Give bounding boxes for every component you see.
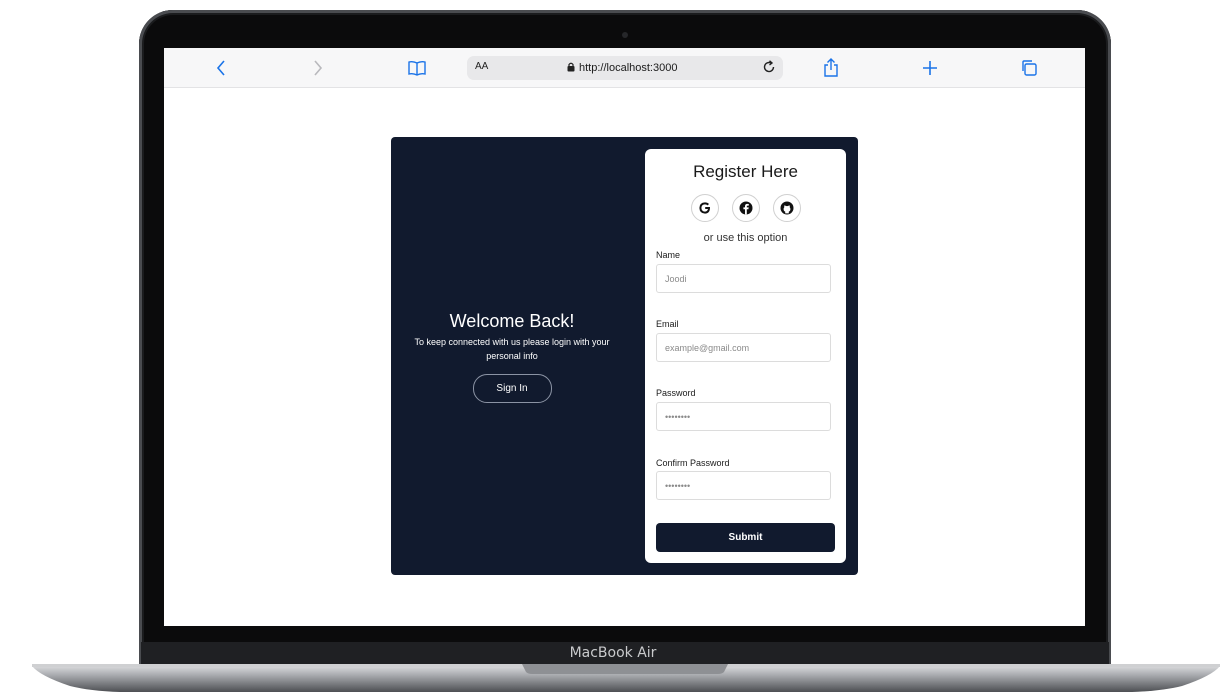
email-input[interactable] bbox=[656, 333, 831, 362]
sign-in-button[interactable]: Sign In bbox=[472, 374, 552, 403]
google-icon bbox=[699, 202, 711, 214]
facebook-icon bbox=[739, 201, 753, 215]
name-label: Name bbox=[656, 250, 681, 260]
tabs-icon[interactable] bbox=[1018, 57, 1040, 79]
welcome-message: To keep connected with us please login w… bbox=[414, 337, 610, 361]
welcome-title: Welcome Back! bbox=[449, 311, 575, 331]
password-input[interactable] bbox=[656, 402, 831, 431]
email-label: Email bbox=[656, 319, 679, 329]
model-label: MacBook Air bbox=[569, 645, 657, 661]
book-icon[interactable] bbox=[406, 57, 428, 79]
name-input[interactable] bbox=[656, 264, 831, 293]
confirm-password-input[interactable] bbox=[656, 471, 831, 500]
share-icon[interactable] bbox=[820, 57, 842, 79]
camera-icon bbox=[622, 32, 628, 38]
laptop-base bbox=[32, 664, 1220, 692]
facebook-login-button[interactable] bbox=[732, 194, 760, 222]
auth-card: Welcome Back! To keep connected with us … bbox=[391, 137, 858, 575]
lock-icon bbox=[567, 59, 575, 77]
google-login-button[interactable] bbox=[691, 194, 719, 222]
confirm-password-label: Confirm Password bbox=[656, 458, 730, 468]
github-login-button[interactable] bbox=[773, 194, 801, 222]
register-form: Register Here or use this option Name Em… bbox=[645, 149, 846, 563]
chevron-right-icon[interactable] bbox=[307, 57, 329, 79]
submit-button[interactable]: Submit bbox=[656, 523, 835, 552]
plus-icon[interactable] bbox=[919, 57, 941, 79]
social-login-group bbox=[691, 194, 801, 222]
browser-toolbar: AA http://localhost:3000 bbox=[164, 48, 1085, 88]
reload-icon[interactable] bbox=[761, 59, 777, 80]
url-text: http://localhost:3000 bbox=[579, 62, 678, 74]
address-bar[interactable]: AA http://localhost:3000 bbox=[467, 56, 783, 80]
reader-view-button[interactable]: AA bbox=[475, 61, 488, 72]
password-label: Password bbox=[656, 388, 696, 398]
chevron-left-icon[interactable] bbox=[210, 57, 232, 79]
form-title: Register Here bbox=[693, 162, 798, 181]
divider-text: or use this option bbox=[703, 232, 788, 244]
github-icon bbox=[780, 201, 794, 215]
screen: AA http://localhost:3000 Welcome Back! T… bbox=[164, 48, 1085, 626]
welcome-panel: Welcome Back! To keep connected with us … bbox=[391, 310, 633, 403]
